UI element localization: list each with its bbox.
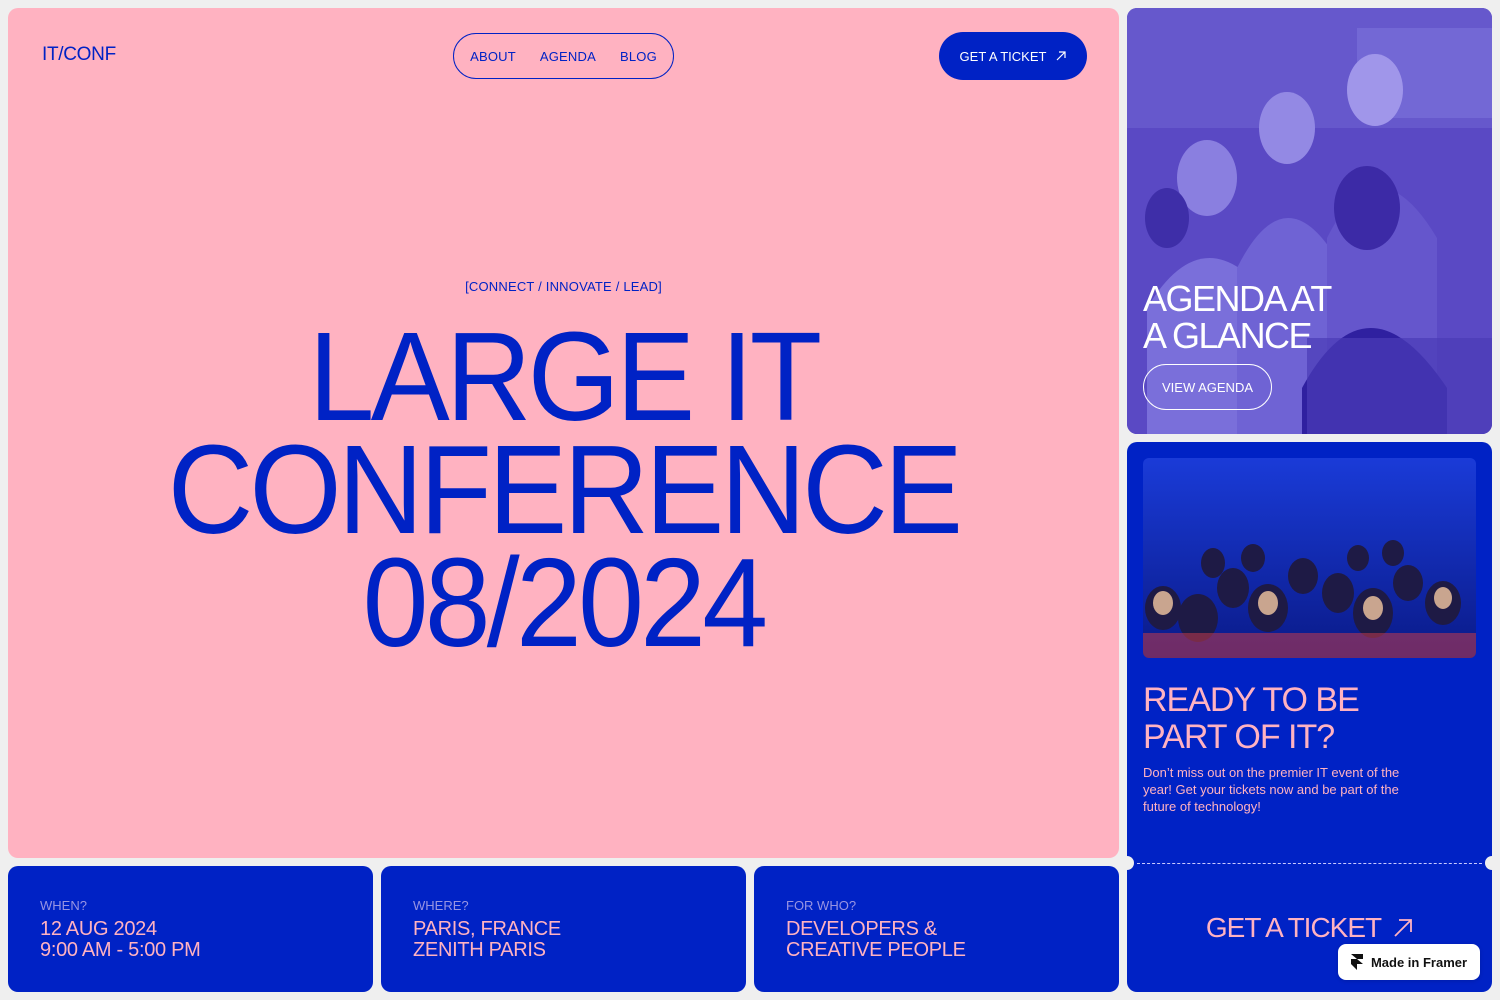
nav-about-link[interactable]: ABOUT	[470, 49, 516, 64]
info-card-when: WHEN? 12 AUG 2024 9:00 AM - 5:00 PM	[8, 866, 373, 992]
get-ticket-card-button[interactable]: GET A TICKET	[1127, 912, 1492, 944]
made-in-framer-label: Made in Framer	[1370, 954, 1468, 970]
info-where-venue: ZENITH PARIS	[413, 939, 546, 961]
info-forwho-line-2: CREATIVE PEOPLE	[786, 939, 966, 961]
arrow-up-right-icon	[1394, 919, 1413, 937]
hero-section: IT/CONF ABOUT AGENDA BLOG GET A TICKET […	[8, 8, 1119, 858]
info-where-label: WHERE?	[413, 898, 469, 913]
ticket-notch-right	[1485, 856, 1492, 870]
audience-image	[1143, 458, 1476, 658]
info-when-label: WHEN?	[40, 898, 87, 913]
info-forwho-label: FOR WHO?	[786, 898, 857, 913]
info-card-for-who: FOR WHO? DEVELOPERS & CREATIVE PEOPLE	[754, 866, 1119, 992]
ticket-notch-left	[1127, 856, 1134, 870]
headline-line-2: CONFERENCE	[167, 419, 963, 560]
agenda-title: AGENDA AT A GLANCE	[1143, 278, 1332, 356]
hero-headline: LARGE IT CONFERENCE 08/2024	[41, 306, 1085, 673]
agenda-title-line-1: AGENDA AT	[1143, 278, 1332, 319]
main-nav: ABOUT AGENDA BLOG	[453, 33, 674, 79]
info-card-where: WHERE? PARIS, FRANCE ZENITH PARIS	[381, 866, 746, 992]
framer-logo-icon	[1350, 954, 1363, 970]
get-ticket-header-button[interactable]: GET A TICKET	[939, 32, 1087, 80]
ready-title-line-2: PART OF IT?	[1143, 718, 1335, 756]
arrow-up-right-icon	[1057, 51, 1067, 61]
info-when-time: 9:00 AM - 5:00 PM	[40, 939, 201, 961]
nav-blog-link[interactable]: BLOG	[620, 49, 657, 64]
headline-line-1: LARGE IT	[308, 306, 822, 447]
ready-title-line-1: READY TO BE	[1143, 681, 1360, 719]
agenda-title-line-2: A GLANCE	[1143, 315, 1313, 356]
hero-tagline: [CONNECT / INNOVATE / LEAD]	[465, 279, 662, 294]
get-ticket-header-label: GET A TICKET	[959, 48, 1047, 64]
info-forwho-line-1: DEVELOPERS &	[786, 918, 937, 940]
ticket-divider	[1137, 863, 1482, 864]
audience-photo	[1143, 458, 1476, 658]
agenda-card[interactable]: AGENDA AT A GLANCE VIEW AGENDA	[1127, 8, 1492, 434]
get-ticket-card-label: GET A TICKET	[1205, 912, 1382, 943]
nav-agenda-link[interactable]: AGENDA	[540, 49, 596, 64]
ready-description: Don’t miss out on the premier IT event o…	[1143, 765, 1400, 814]
headline-line-3: 08/2024	[362, 532, 769, 673]
made-in-framer-badge[interactable]: Made in Framer	[1338, 944, 1480, 980]
info-where-city: PARIS, FRANCE	[413, 918, 561, 940]
ready-title: READY TO BE PART OF IT?	[1143, 681, 1360, 756]
info-when-date: 12 AUG 2024	[40, 918, 157, 940]
ticket-card: READY TO BE PART OF IT? Don’t miss out o…	[1127, 442, 1492, 992]
site-logo[interactable]: IT/CONF	[42, 44, 116, 66]
view-agenda-button[interactable]: VIEW AGENDA	[1143, 364, 1272, 410]
